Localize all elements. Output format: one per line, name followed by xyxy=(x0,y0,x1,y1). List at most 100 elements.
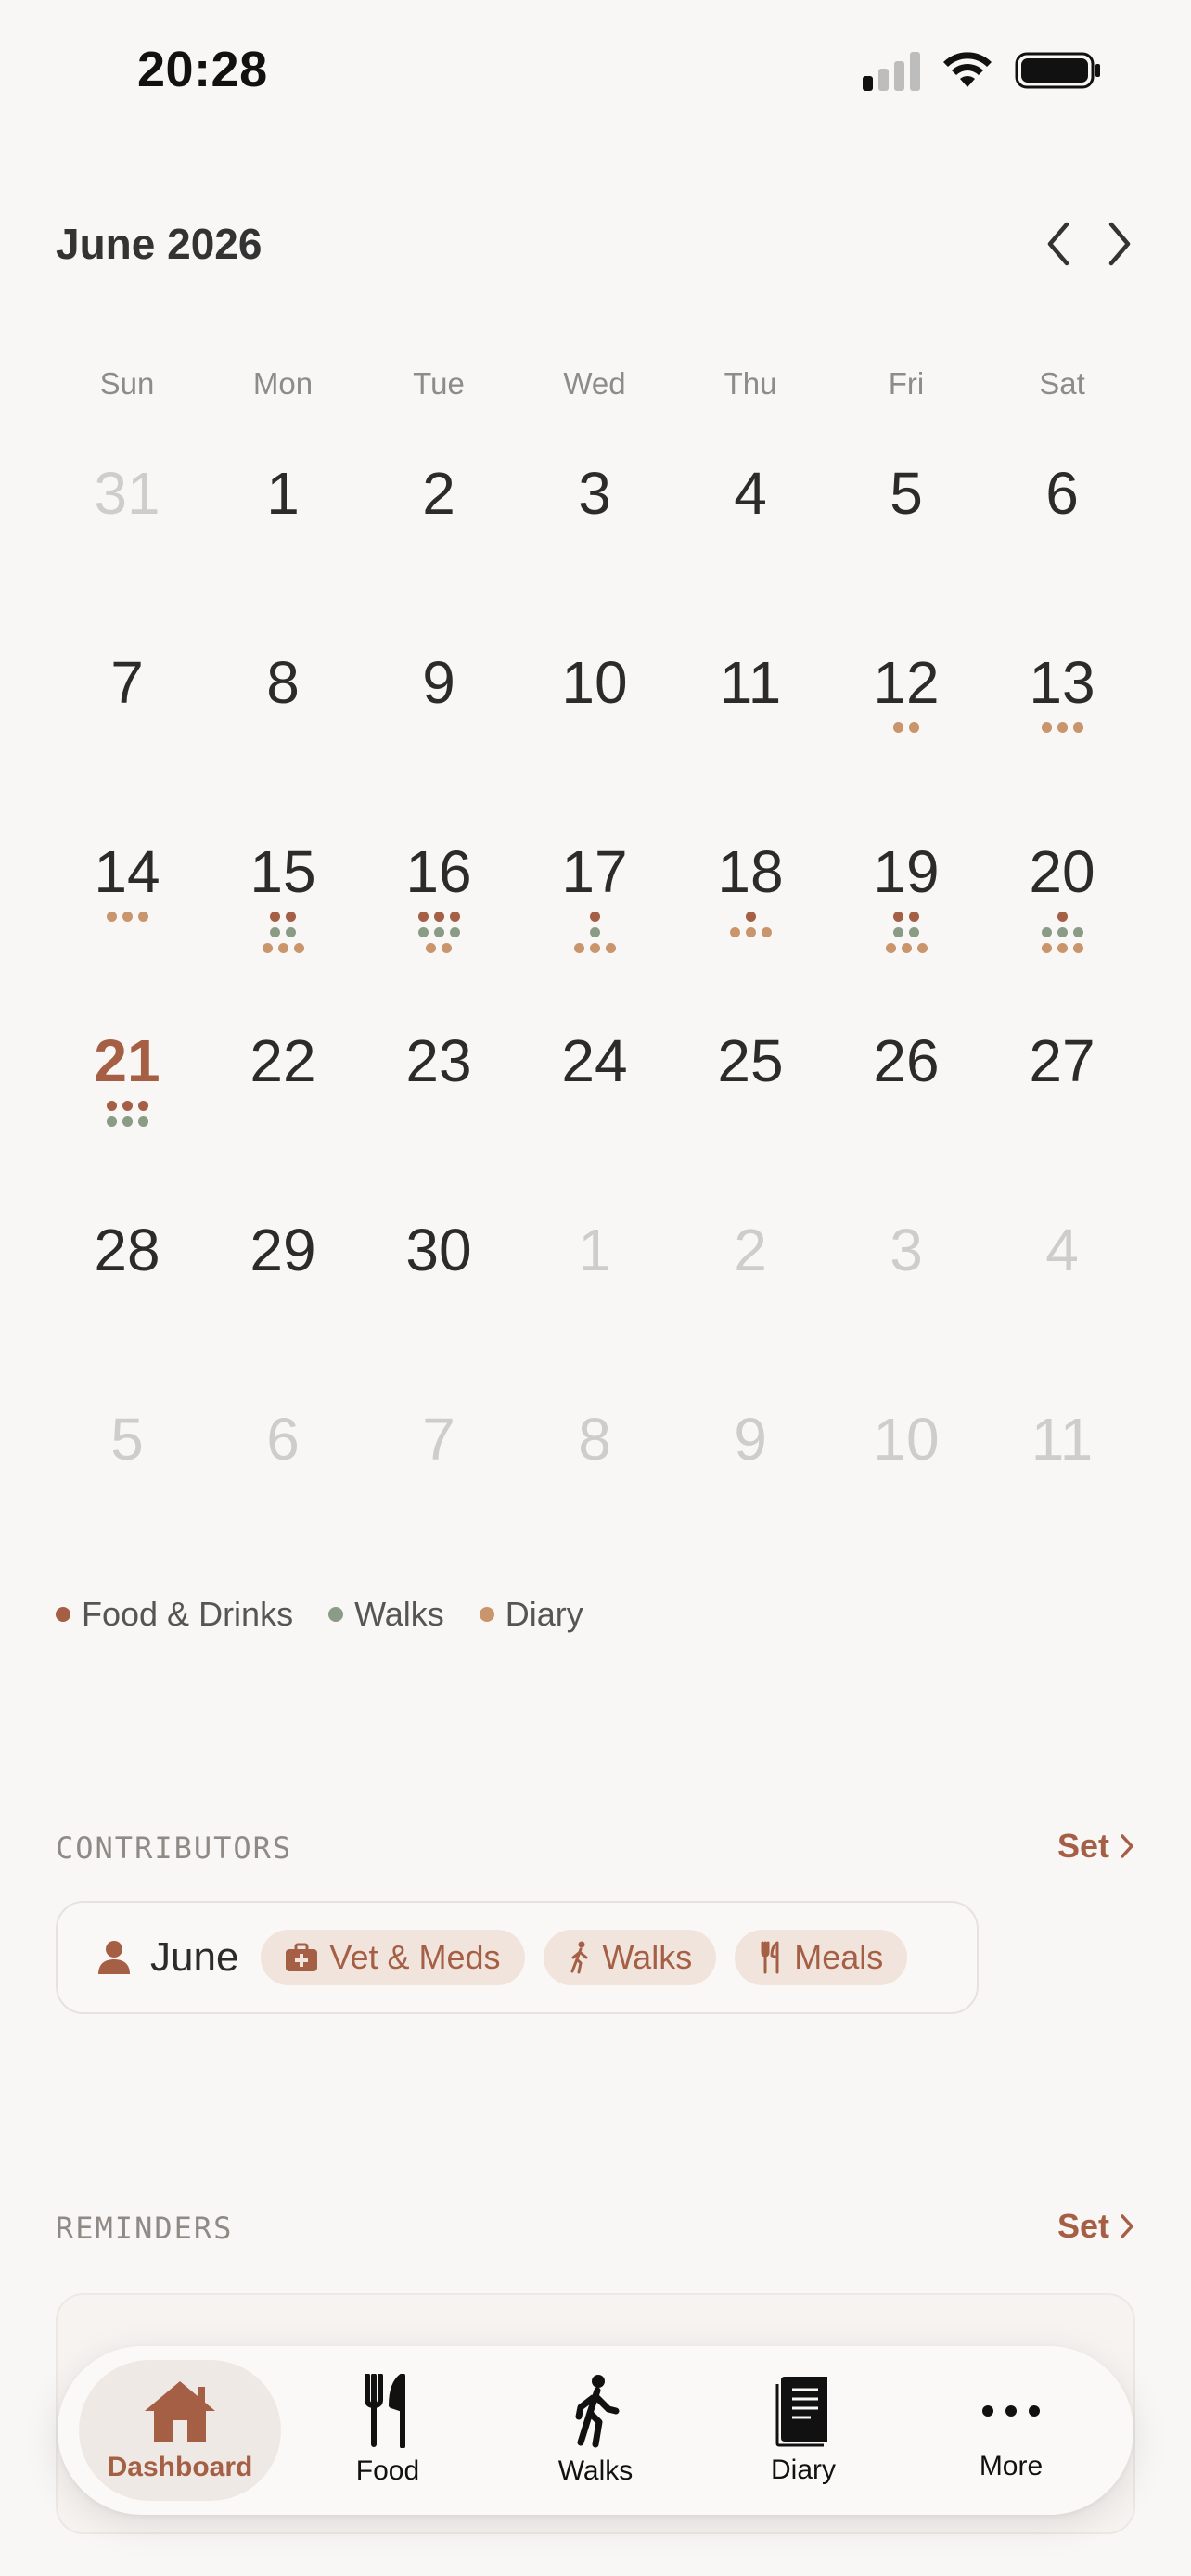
tab-diary[interactable]: Diary xyxy=(702,2360,904,2501)
calendar-day[interactable]: 7 xyxy=(49,650,205,817)
calendar-day[interactable]: 31 xyxy=(49,461,205,628)
calendar-day[interactable]: 11 xyxy=(672,650,828,817)
calendar-day[interactable]: 2 xyxy=(361,461,517,628)
tab-label: Diary xyxy=(770,2455,836,2485)
tab-walks[interactable]: Walks xyxy=(494,2360,697,2501)
calendar-day[interactable]: 7 xyxy=(361,1407,517,1574)
dot-row xyxy=(893,722,919,733)
calendar-day[interactable]: 19 xyxy=(828,839,984,1006)
dot-row xyxy=(1041,927,1083,937)
calendar-day[interactable]: 2 xyxy=(672,1218,828,1384)
diary-dot xyxy=(605,943,616,953)
calendar-day[interactable]: 18 xyxy=(672,839,828,1006)
day-number: 15 xyxy=(250,838,316,905)
day-number: 22 xyxy=(250,1027,316,1094)
calendar-day[interactable]: 23 xyxy=(361,1028,517,1195)
calendar-day[interactable]: 3 xyxy=(517,461,672,628)
calendar-day[interactable]: 4 xyxy=(984,1218,1140,1384)
diary-dot xyxy=(122,912,133,922)
food-dot xyxy=(449,912,460,922)
calendar-day[interactable]: 30 xyxy=(361,1218,517,1384)
legend-label: Food & Drinks xyxy=(82,1595,294,1633)
contributors-set-button[interactable]: Set xyxy=(1057,1827,1135,1866)
day-number: 29 xyxy=(250,1217,316,1283)
calendar-day-today[interactable]: 21 xyxy=(49,1028,205,1195)
day-number: 17 xyxy=(561,838,628,905)
calendar-day[interactable]: 4 xyxy=(672,461,828,628)
calendar-day[interactable]: 20 xyxy=(984,839,1140,1006)
walk-dot xyxy=(122,1116,133,1127)
dot-row xyxy=(893,927,919,937)
calendar-day[interactable]: 8 xyxy=(517,1407,672,1574)
calendar-day[interactable]: 9 xyxy=(361,650,517,817)
role-chip-meals[interactable]: Meals xyxy=(735,1930,908,1985)
role-chip-walks[interactable]: Walks xyxy=(543,1930,717,1985)
day-number: 14 xyxy=(94,838,160,905)
food-dot xyxy=(893,912,903,922)
calendar-day[interactable]: 24 xyxy=(517,1028,672,1195)
day-number: 5 xyxy=(890,460,923,527)
diary-dot xyxy=(893,722,903,733)
dot-row xyxy=(893,912,919,922)
diary-dot xyxy=(909,722,919,733)
walks-dot-icon xyxy=(328,1607,344,1622)
calendar-day[interactable]: 1 xyxy=(205,461,361,628)
calendar-day[interactable]: 9 xyxy=(672,1407,828,1574)
contributor-card[interactable]: June Vet & Meds Walks Meals xyxy=(56,1901,979,2014)
calendar-day[interactable]: 22 xyxy=(205,1028,361,1195)
diary-dot xyxy=(1057,722,1068,733)
calendar-day[interactable]: 1 xyxy=(517,1218,672,1384)
calendar-day[interactable]: 6 xyxy=(205,1407,361,1574)
calendar-day[interactable]: 3 xyxy=(828,1218,984,1384)
tab-more[interactable]: More xyxy=(910,2360,1112,2501)
tab-food[interactable]: Food xyxy=(287,2360,489,2501)
calendar-day[interactable]: 13 xyxy=(984,650,1140,817)
dot-row xyxy=(106,912,148,922)
day-number: 26 xyxy=(873,1027,940,1094)
calendar-day[interactable]: 29 xyxy=(205,1218,361,1384)
calendar-day[interactable]: 17 xyxy=(517,839,672,1006)
calendar-day[interactable]: 5 xyxy=(49,1407,205,1574)
dot-row xyxy=(270,927,296,937)
calendar-day[interactable]: 14 xyxy=(49,839,205,1006)
diary-dot xyxy=(916,943,928,953)
day-number: 4 xyxy=(734,460,767,527)
legend-item-diary: Diary xyxy=(479,1595,583,1634)
diary-dot xyxy=(1057,943,1068,953)
day-number: 11 xyxy=(1031,1406,1094,1473)
calendar-day[interactable]: 26 xyxy=(828,1028,984,1195)
calendar-day[interactable]: 28 xyxy=(49,1218,205,1384)
walking-person-icon xyxy=(575,2375,620,2448)
legend-item-walks: Walks xyxy=(328,1595,444,1634)
calendar-day[interactable]: 16 xyxy=(361,839,517,1006)
day-number: 7 xyxy=(110,649,144,716)
calendar-day[interactable]: 8 xyxy=(205,650,361,817)
food-dot xyxy=(106,1101,117,1111)
house-icon xyxy=(145,2381,215,2442)
diary-dot xyxy=(1072,943,1083,953)
calendar-day[interactable]: 10 xyxy=(517,650,672,817)
reminders-set-button[interactable]: Set xyxy=(1057,2207,1135,2246)
calendar-day[interactable]: 6 xyxy=(984,461,1140,628)
activity-dots xyxy=(672,912,828,937)
calendar-day[interactable]: 10 xyxy=(828,1407,984,1574)
day-number: 1 xyxy=(578,1217,611,1283)
tab-bar: Dashboard Food Walks Diary More xyxy=(58,2346,1133,2515)
calendar-day[interactable]: 11 xyxy=(984,1407,1140,1574)
diary-dot xyxy=(1041,943,1052,953)
food-dot xyxy=(745,912,756,922)
diary-dot xyxy=(293,943,304,953)
calendar-day[interactable]: 25 xyxy=(672,1028,828,1195)
calendar-day[interactable]: 5 xyxy=(828,461,984,628)
ellipsis-icon xyxy=(982,2405,1040,2417)
calendar-day[interactable]: 27 xyxy=(984,1028,1140,1195)
legend-item-food: Food & Drinks xyxy=(56,1595,293,1634)
calendar-day[interactable]: 12 xyxy=(828,650,984,817)
walk-dot xyxy=(589,927,600,937)
tab-dashboard[interactable]: Dashboard xyxy=(79,2360,281,2501)
role-chip-vet-meds[interactable]: Vet & Meds xyxy=(261,1930,525,1985)
day-number: 2 xyxy=(734,1217,767,1283)
day-number: 10 xyxy=(561,649,628,716)
day-number: 30 xyxy=(405,1217,472,1283)
calendar-day[interactable]: 15 xyxy=(205,839,361,1006)
